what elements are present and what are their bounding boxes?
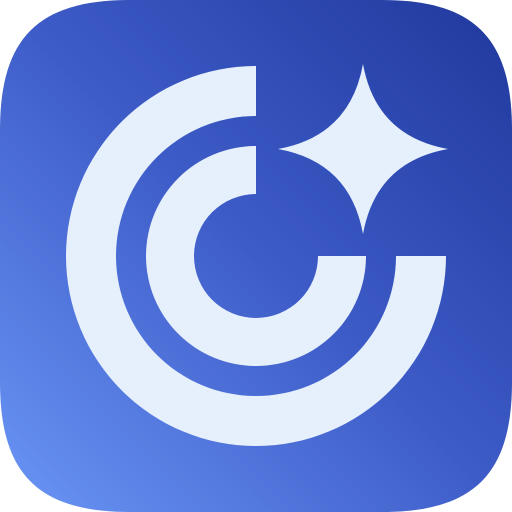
app-icon bbox=[0, 0, 512, 512]
app-icon-graphic bbox=[0, 0, 512, 512]
